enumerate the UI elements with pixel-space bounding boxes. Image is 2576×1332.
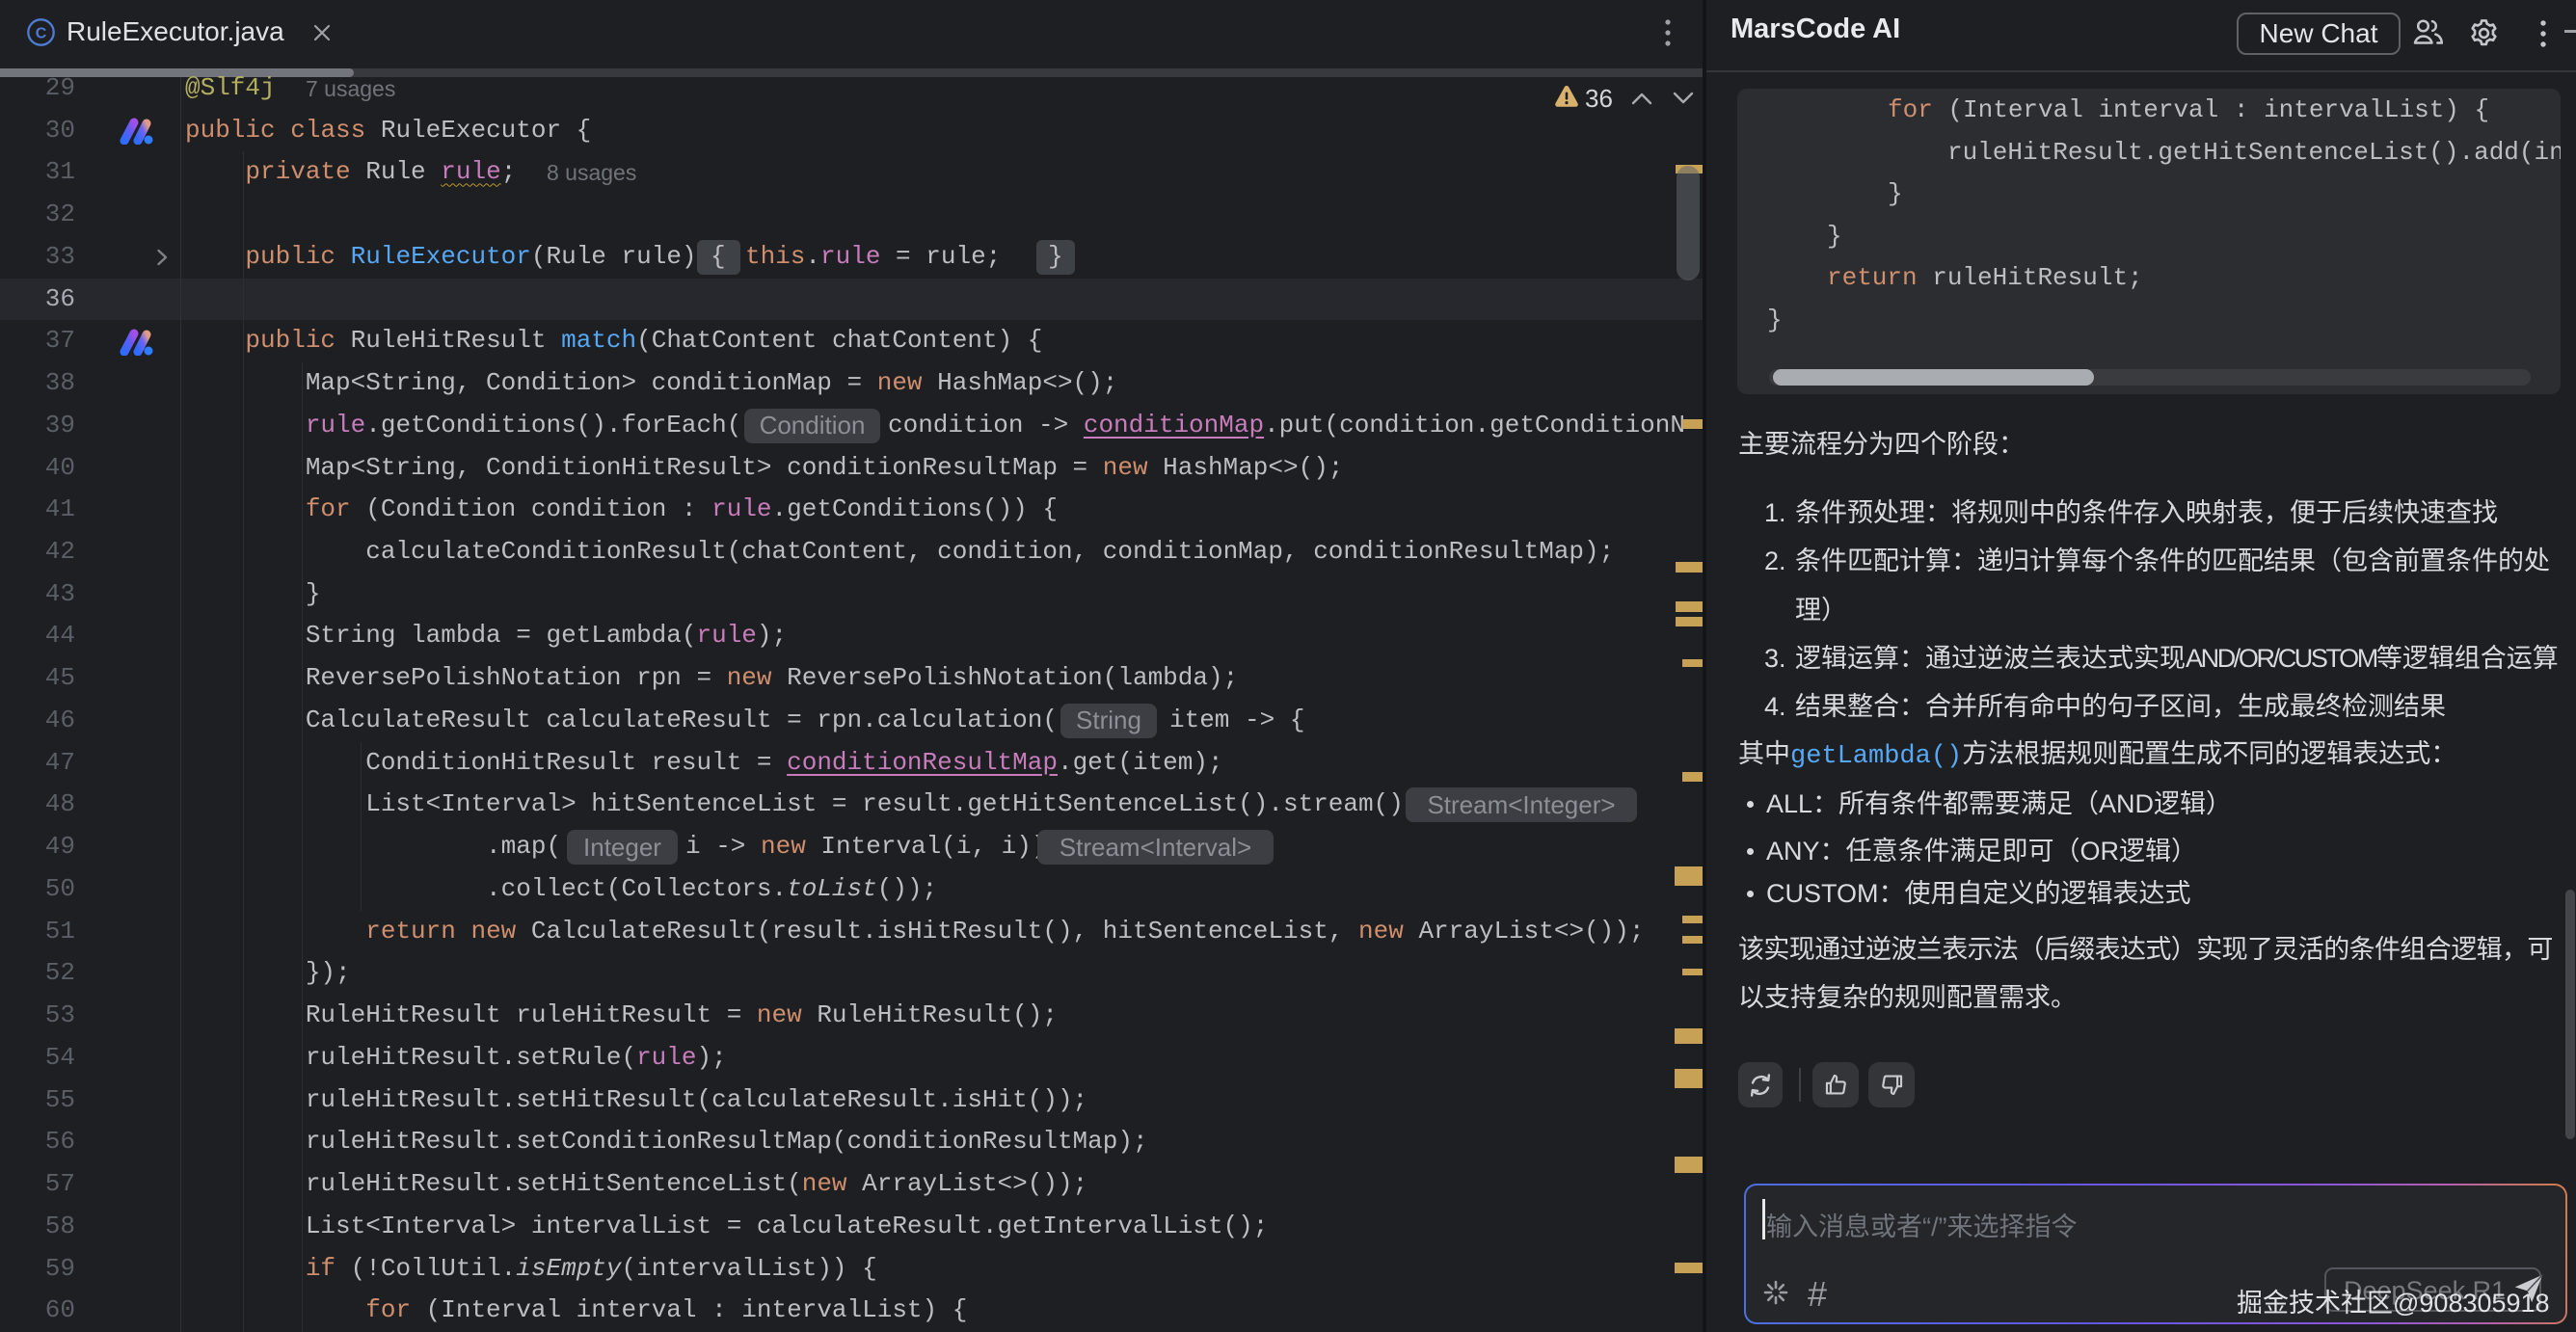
svg-text:C: C [36,26,47,42]
